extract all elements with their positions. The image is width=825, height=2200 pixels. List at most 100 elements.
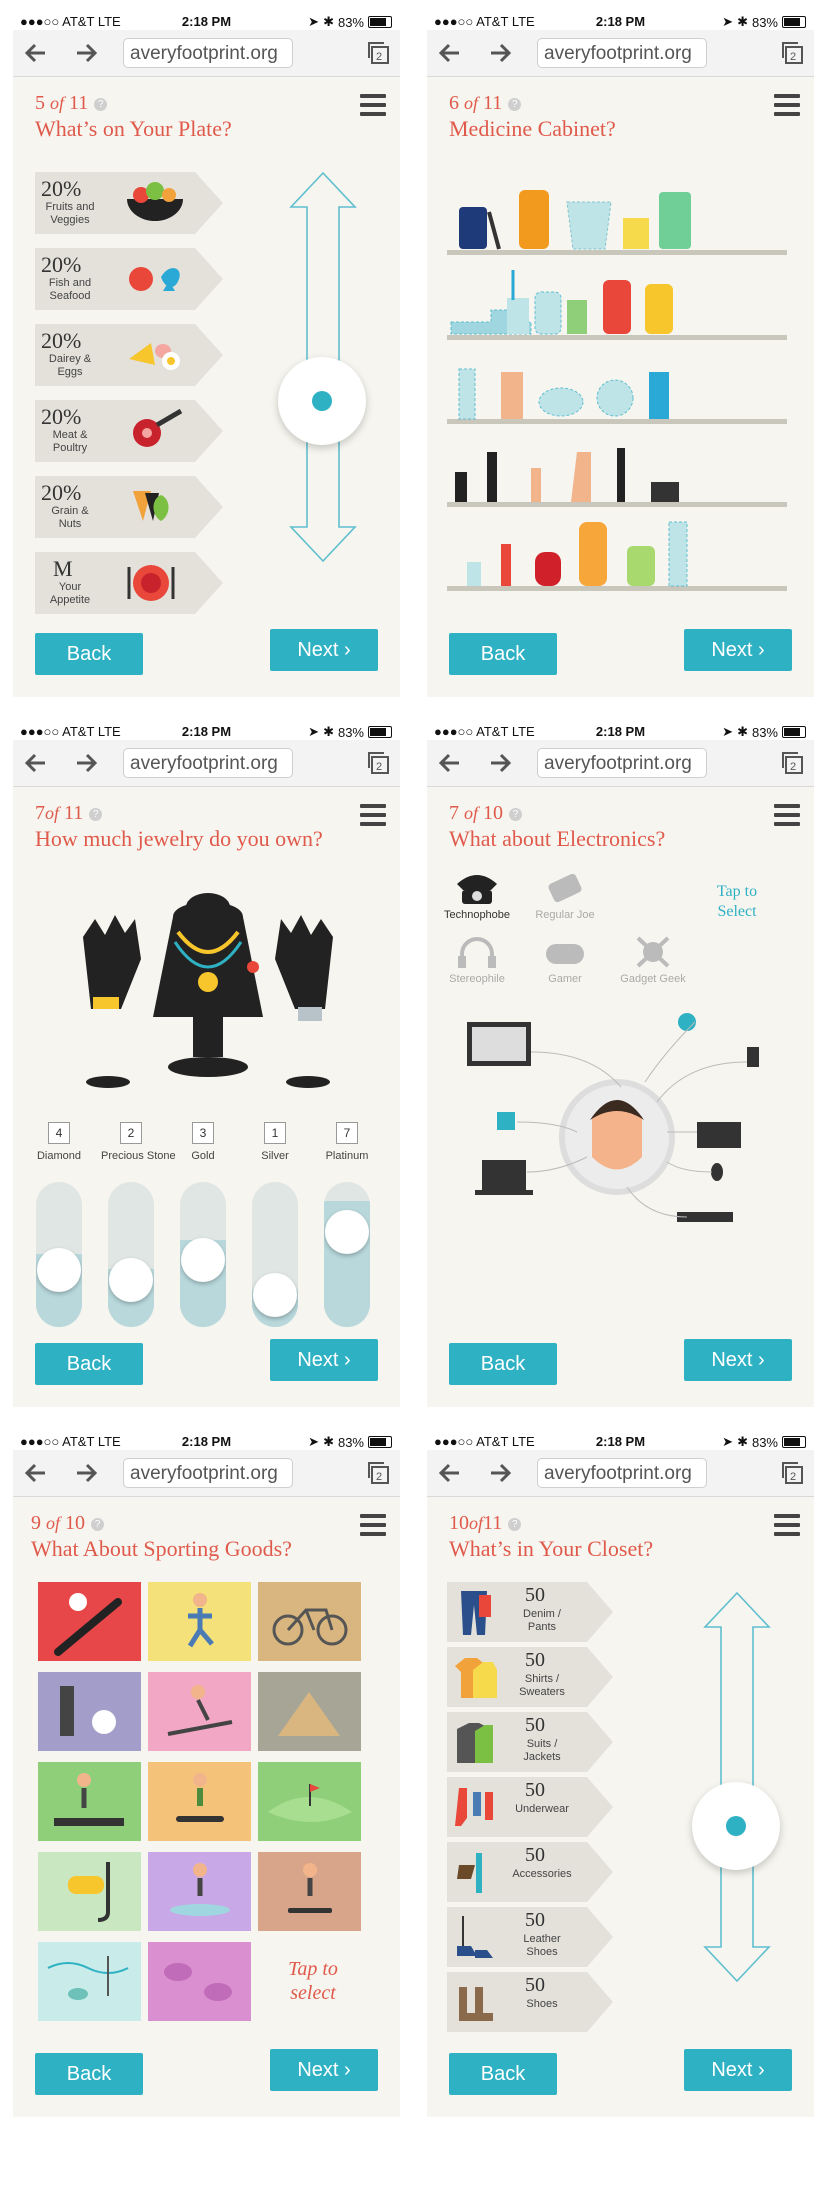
type-stereophile[interactable]: Stereophile [435,934,519,985]
skiing-tile[interactable] [148,1672,251,1751]
snowboard-tile[interactable] [148,1762,251,1841]
menu-icon[interactable] [360,804,386,826]
closet-card[interactable]: 50 Underwear [447,1777,617,1837]
closet-card[interactable]: 50 Leather Shoes [447,1907,617,1967]
slider-knob[interactable] [278,357,366,445]
food-card[interactable]: M Your Appetite [35,552,225,614]
forward-arrow-icon[interactable] [487,750,513,776]
tabs-icon[interactable]: 2 [780,40,806,66]
next-button[interactable]: Next › [270,2049,378,2091]
surfing-tile[interactable] [148,1852,251,1931]
type-regular-joe[interactable]: Regular Joe [523,870,607,921]
type-gamer[interactable]: Gamer [523,934,607,985]
gold-bar-icon[interactable] [181,1238,225,1282]
slider-track[interactable] [324,1182,370,1327]
back-arrow-icon[interactable] [23,750,49,776]
platinum-icon[interactable] [325,1210,369,1254]
next-button[interactable]: Next › [270,629,378,671]
url-bar[interactable]: averyfootprint.org [537,38,707,68]
snorkel-tile[interactable] [38,1852,141,1931]
type-technophobe[interactable]: Technophobe [435,870,519,921]
diamond-icon[interactable] [37,1248,81,1292]
status-bar: ●●●○○ AT&T LTE 2:18 PM ➤ ✱ 83% [427,1432,814,1450]
battery-percent: 83% [751,724,778,740]
card-label: Dairey & Eggs [48,353,92,378]
food-card[interactable]: 20% Fish and Seafood [35,248,225,310]
fishing-tile[interactable] [38,1942,141,2021]
closet-card[interactable]: 50 Accessories [447,1842,617,1902]
next-button[interactable]: Next › [684,629,792,671]
forward-arrow-icon[interactable] [73,1460,99,1486]
baseball-tile[interactable] [38,1582,141,1661]
slider-track[interactable] [108,1182,154,1327]
slider-track[interactable] [252,1182,298,1327]
next-button[interactable]: Next › [684,2049,792,2091]
gem-icon[interactable] [109,1258,153,1302]
forward-arrow-icon[interactable] [73,750,99,776]
slider-track[interactable] [36,1182,82,1327]
card-value: 20% [41,480,82,505]
back-button[interactable]: Back [35,2053,143,2095]
back-button[interactable]: Back [449,2053,557,2095]
skier-icon [167,1685,233,1736]
back-arrow-icon[interactable] [23,1460,49,1486]
bowling-tile[interactable] [148,1942,251,2021]
menu-icon[interactable] [360,1514,386,1536]
help-icon[interactable]: ? [508,97,522,111]
menu-icon[interactable] [774,804,800,826]
back-button[interactable]: Back [35,1343,143,1385]
tabs-icon[interactable]: 2 [780,1460,806,1486]
menu-icon[interactable] [774,94,800,116]
url-bar[interactable]: averyfootprint.org [123,1458,293,1488]
tabs-icon[interactable]: 2 [780,750,806,776]
back-arrow-icon[interactable] [23,40,49,66]
food-card[interactable]: 20% Grain & Nuts [35,476,225,538]
soccer-tile[interactable] [38,1672,141,1751]
running-tile[interactable] [148,1582,251,1661]
tabs-icon[interactable]: 2 [366,40,392,66]
treadmill-tile[interactable] [38,1762,141,1841]
closet-card[interactable]: 50 Denim / Pants [447,1582,617,1642]
help-icon[interactable]: ? [509,807,523,821]
cycling-tile[interactable] [258,1582,361,1661]
ring-icon[interactable] [253,1273,297,1317]
back-button[interactable]: Back [449,633,557,675]
comb-icon [458,368,476,420]
back-arrow-icon[interactable] [437,1460,463,1486]
back-button[interactable]: Back [35,633,143,675]
skateboard-tile[interactable] [258,1852,361,1931]
help-icon[interactable]: ? [508,1517,522,1531]
food-card[interactable]: 20% Dairey & Eggs [35,324,225,386]
back-arrow-icon[interactable] [437,40,463,66]
help-icon[interactable]: ? [94,97,108,111]
camping-tile[interactable] [258,1672,361,1751]
url-bar[interactable]: averyfootprint.org [123,748,293,778]
forward-arrow-icon[interactable] [487,1460,513,1486]
help-icon[interactable]: ? [91,1517,105,1531]
url-bar[interactable]: averyfootprint.org [123,38,293,68]
forward-arrow-icon[interactable] [73,40,99,66]
forward-arrow-icon[interactable] [487,40,513,66]
closet-card[interactable]: 50 Suits / Jackets [447,1712,617,1772]
golf-tile[interactable] [258,1762,361,1841]
help-icon[interactable]: ? [89,807,103,821]
food-card[interactable]: 20% Meat & Poultry [35,400,225,462]
menu-icon[interactable] [360,94,386,116]
menu-icon[interactable] [774,1514,800,1536]
food-card[interactable]: 20% Fruits and Veggies [35,172,225,234]
next-button[interactable]: Next › [684,1339,792,1381]
slider-track[interactable] [180,1182,226,1327]
url-bar[interactable]: averyfootprint.org [537,1458,707,1488]
closet-card[interactable]: 50 Shirts / Sweaters [447,1647,617,1707]
closet-card[interactable]: 50 Shoes [447,1972,617,2032]
back-button[interactable]: Back [449,1343,557,1385]
tabs-icon[interactable]: 2 [366,750,392,776]
next-button[interactable]: Next › [270,1339,378,1381]
tabs-icon[interactable]: 2 [366,1460,392,1486]
card-value: 50 [525,1909,545,1931]
slider-knob[interactable] [692,1782,780,1870]
type-gadget-geek[interactable]: Gadget Geek [611,934,695,985]
back-arrow-icon[interactable] [437,750,463,776]
screen-closet: ●●●○○ AT&T LTE 2:18 PM ➤ ✱ 83% averyfootpr… [427,1432,814,2117]
url-bar[interactable]: averyfootprint.org [537,748,707,778]
